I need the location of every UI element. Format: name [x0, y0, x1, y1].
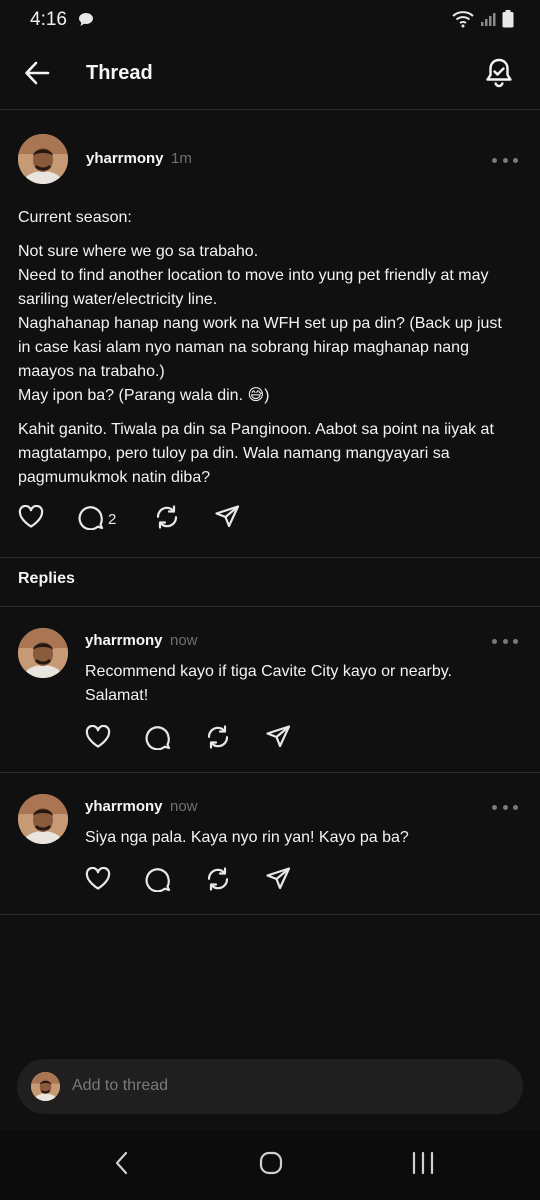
- comment-icon: [145, 866, 171, 897]
- reply-more-button[interactable]: [492, 801, 518, 813]
- repost-icon: [205, 724, 231, 755]
- share-button[interactable]: [214, 504, 254, 535]
- home-circle-icon: [259, 1151, 283, 1180]
- recents-icon: [411, 1151, 435, 1179]
- avatar: [31, 1072, 60, 1101]
- post-username[interactable]: yharrmony: [86, 150, 164, 167]
- comment-button[interactable]: 2: [78, 504, 154, 535]
- comment-icon: [145, 724, 171, 755]
- comment-button[interactable]: [145, 724, 205, 755]
- back-button[interactable]: [24, 60, 60, 90]
- post-paragraph: Kahit ganito. Tiwala pa din sa Panginoon…: [18, 421, 494, 486]
- wifi-icon: [452, 10, 474, 33]
- reply-username[interactable]: yharrmony: [85, 798, 163, 815]
- reply-text: Recommend kayo if tiga Cavite City kayo …: [85, 663, 452, 704]
- status-time: 4:16: [30, 9, 67, 30]
- send-icon: [265, 866, 291, 897]
- comment-icon: [78, 504, 104, 535]
- nav-back-button[interactable]: [102, 1150, 142, 1180]
- reply-timestamp: now: [170, 798, 198, 815]
- battery-icon: [502, 10, 514, 33]
- divider: [0, 606, 540, 607]
- repost-button[interactable]: [205, 724, 265, 755]
- share-button[interactable]: [265, 866, 305, 897]
- reply-username[interactable]: yharrmony: [85, 632, 163, 649]
- divider: [0, 772, 540, 773]
- like-button[interactable]: [18, 504, 78, 534]
- nav-recents-button[interactable]: [403, 1150, 443, 1180]
- thread-header: Thread: [0, 40, 540, 110]
- post-paragraph: Current season:: [18, 209, 132, 226]
- heart-icon: [18, 504, 44, 534]
- post-actions: 2: [18, 504, 254, 535]
- arrow-left-icon: [24, 61, 50, 90]
- more-horizontal-icon: [492, 804, 497, 810]
- signal-icon: [480, 11, 496, 32]
- divider: [0, 914, 540, 915]
- composer-placeholder: Add to thread: [72, 1077, 169, 1094]
- system-nav-bar: [0, 1130, 540, 1200]
- like-button[interactable]: [85, 866, 145, 896]
- status-bar: 4:16: [0, 0, 540, 40]
- repost-button[interactable]: [154, 504, 214, 535]
- chevron-left-icon: [114, 1151, 130, 1180]
- post-more-button[interactable]: [492, 154, 518, 166]
- reply-actions: [85, 866, 305, 897]
- post-timestamp: 1m: [171, 150, 192, 167]
- like-button[interactable]: [85, 724, 145, 754]
- reply-actions: [85, 724, 305, 755]
- nav-home-button[interactable]: [251, 1150, 291, 1180]
- share-button[interactable]: [265, 724, 305, 755]
- reply-timestamp: now: [170, 632, 198, 649]
- more-horizontal-icon: [492, 638, 497, 644]
- add-to-thread-input[interactable]: Add to thread: [17, 1059, 523, 1114]
- bell-check-icon: [482, 58, 516, 94]
- page-title: Thread: [86, 62, 153, 84]
- avatar[interactable]: [18, 628, 68, 678]
- reply-text: Siya nga pala. Kaya nyo rin yan! Kayo pa…: [85, 829, 409, 846]
- avatar[interactable]: [18, 794, 68, 844]
- post-header: yharrmony 1m: [18, 134, 522, 186]
- reply-count: 2: [108, 510, 117, 528]
- divider: [0, 557, 540, 558]
- send-icon: [214, 504, 240, 535]
- post-body: Current season: Not sure where we go sa …: [18, 206, 514, 500]
- repost-button[interactable]: [205, 866, 265, 897]
- avatar[interactable]: [18, 134, 68, 184]
- heart-icon: [85, 724, 111, 754]
- reply-more-button[interactable]: [492, 635, 518, 647]
- more-horizontal-icon: [492, 157, 497, 163]
- repost-icon: [205, 866, 231, 897]
- replies-heading: Replies: [18, 570, 75, 587]
- post-paragraph: Not sure where we go sa trabaho. Need to…: [18, 243, 502, 404]
- comment-button[interactable]: [145, 866, 205, 897]
- notify-button[interactable]: [482, 56, 518, 92]
- chat-bubble-icon: [78, 12, 94, 32]
- send-icon: [265, 724, 291, 755]
- repost-icon: [154, 504, 180, 535]
- heart-icon: [85, 866, 111, 896]
